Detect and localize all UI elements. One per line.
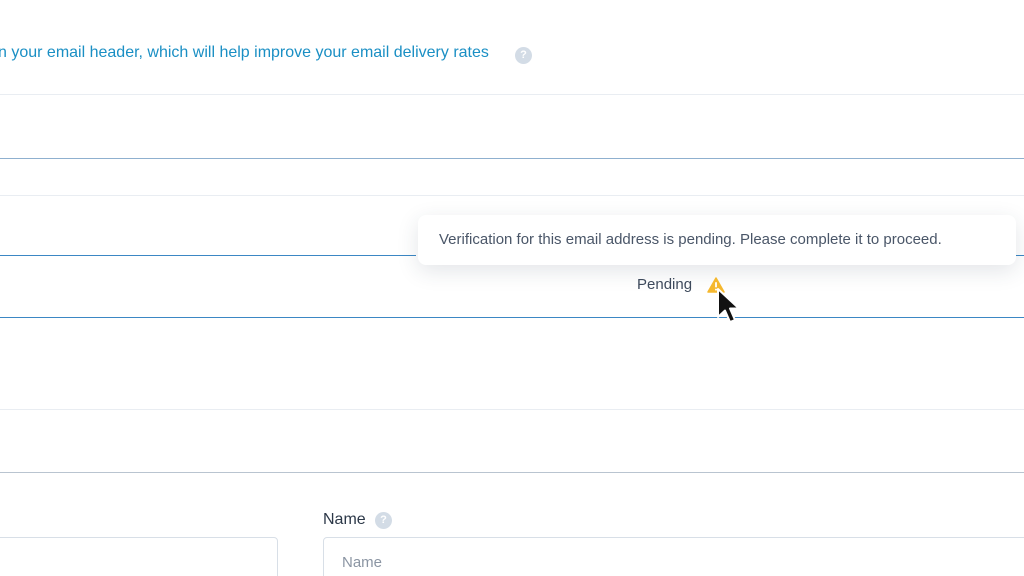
input-underline: [0, 255, 416, 256]
input-underline: [0, 317, 1024, 318]
verification-tooltip: Verification for this email address is p…: [418, 215, 1016, 265]
divider: [0, 409, 1024, 410]
name-input[interactable]: [323, 537, 1024, 576]
email-settings-page: n your email header, which will help imp…: [0, 0, 1024, 576]
input-underline: [1016, 255, 1024, 256]
divider: [0, 94, 1024, 95]
help-icon[interactable]: ?: [375, 512, 392, 529]
text-field[interactable]: [0, 537, 278, 576]
email-header-info-link[interactable]: n your email header, which will help imp…: [0, 44, 489, 62]
name-field-label: Name: [323, 511, 366, 528]
verification-status-label: Pending: [637, 276, 693, 293]
divider: [0, 195, 1024, 196]
mouse-pointer-icon: [717, 288, 740, 323]
divider: [0, 158, 1024, 159]
help-icon[interactable]: ?: [515, 47, 532, 64]
divider: [0, 472, 1024, 473]
